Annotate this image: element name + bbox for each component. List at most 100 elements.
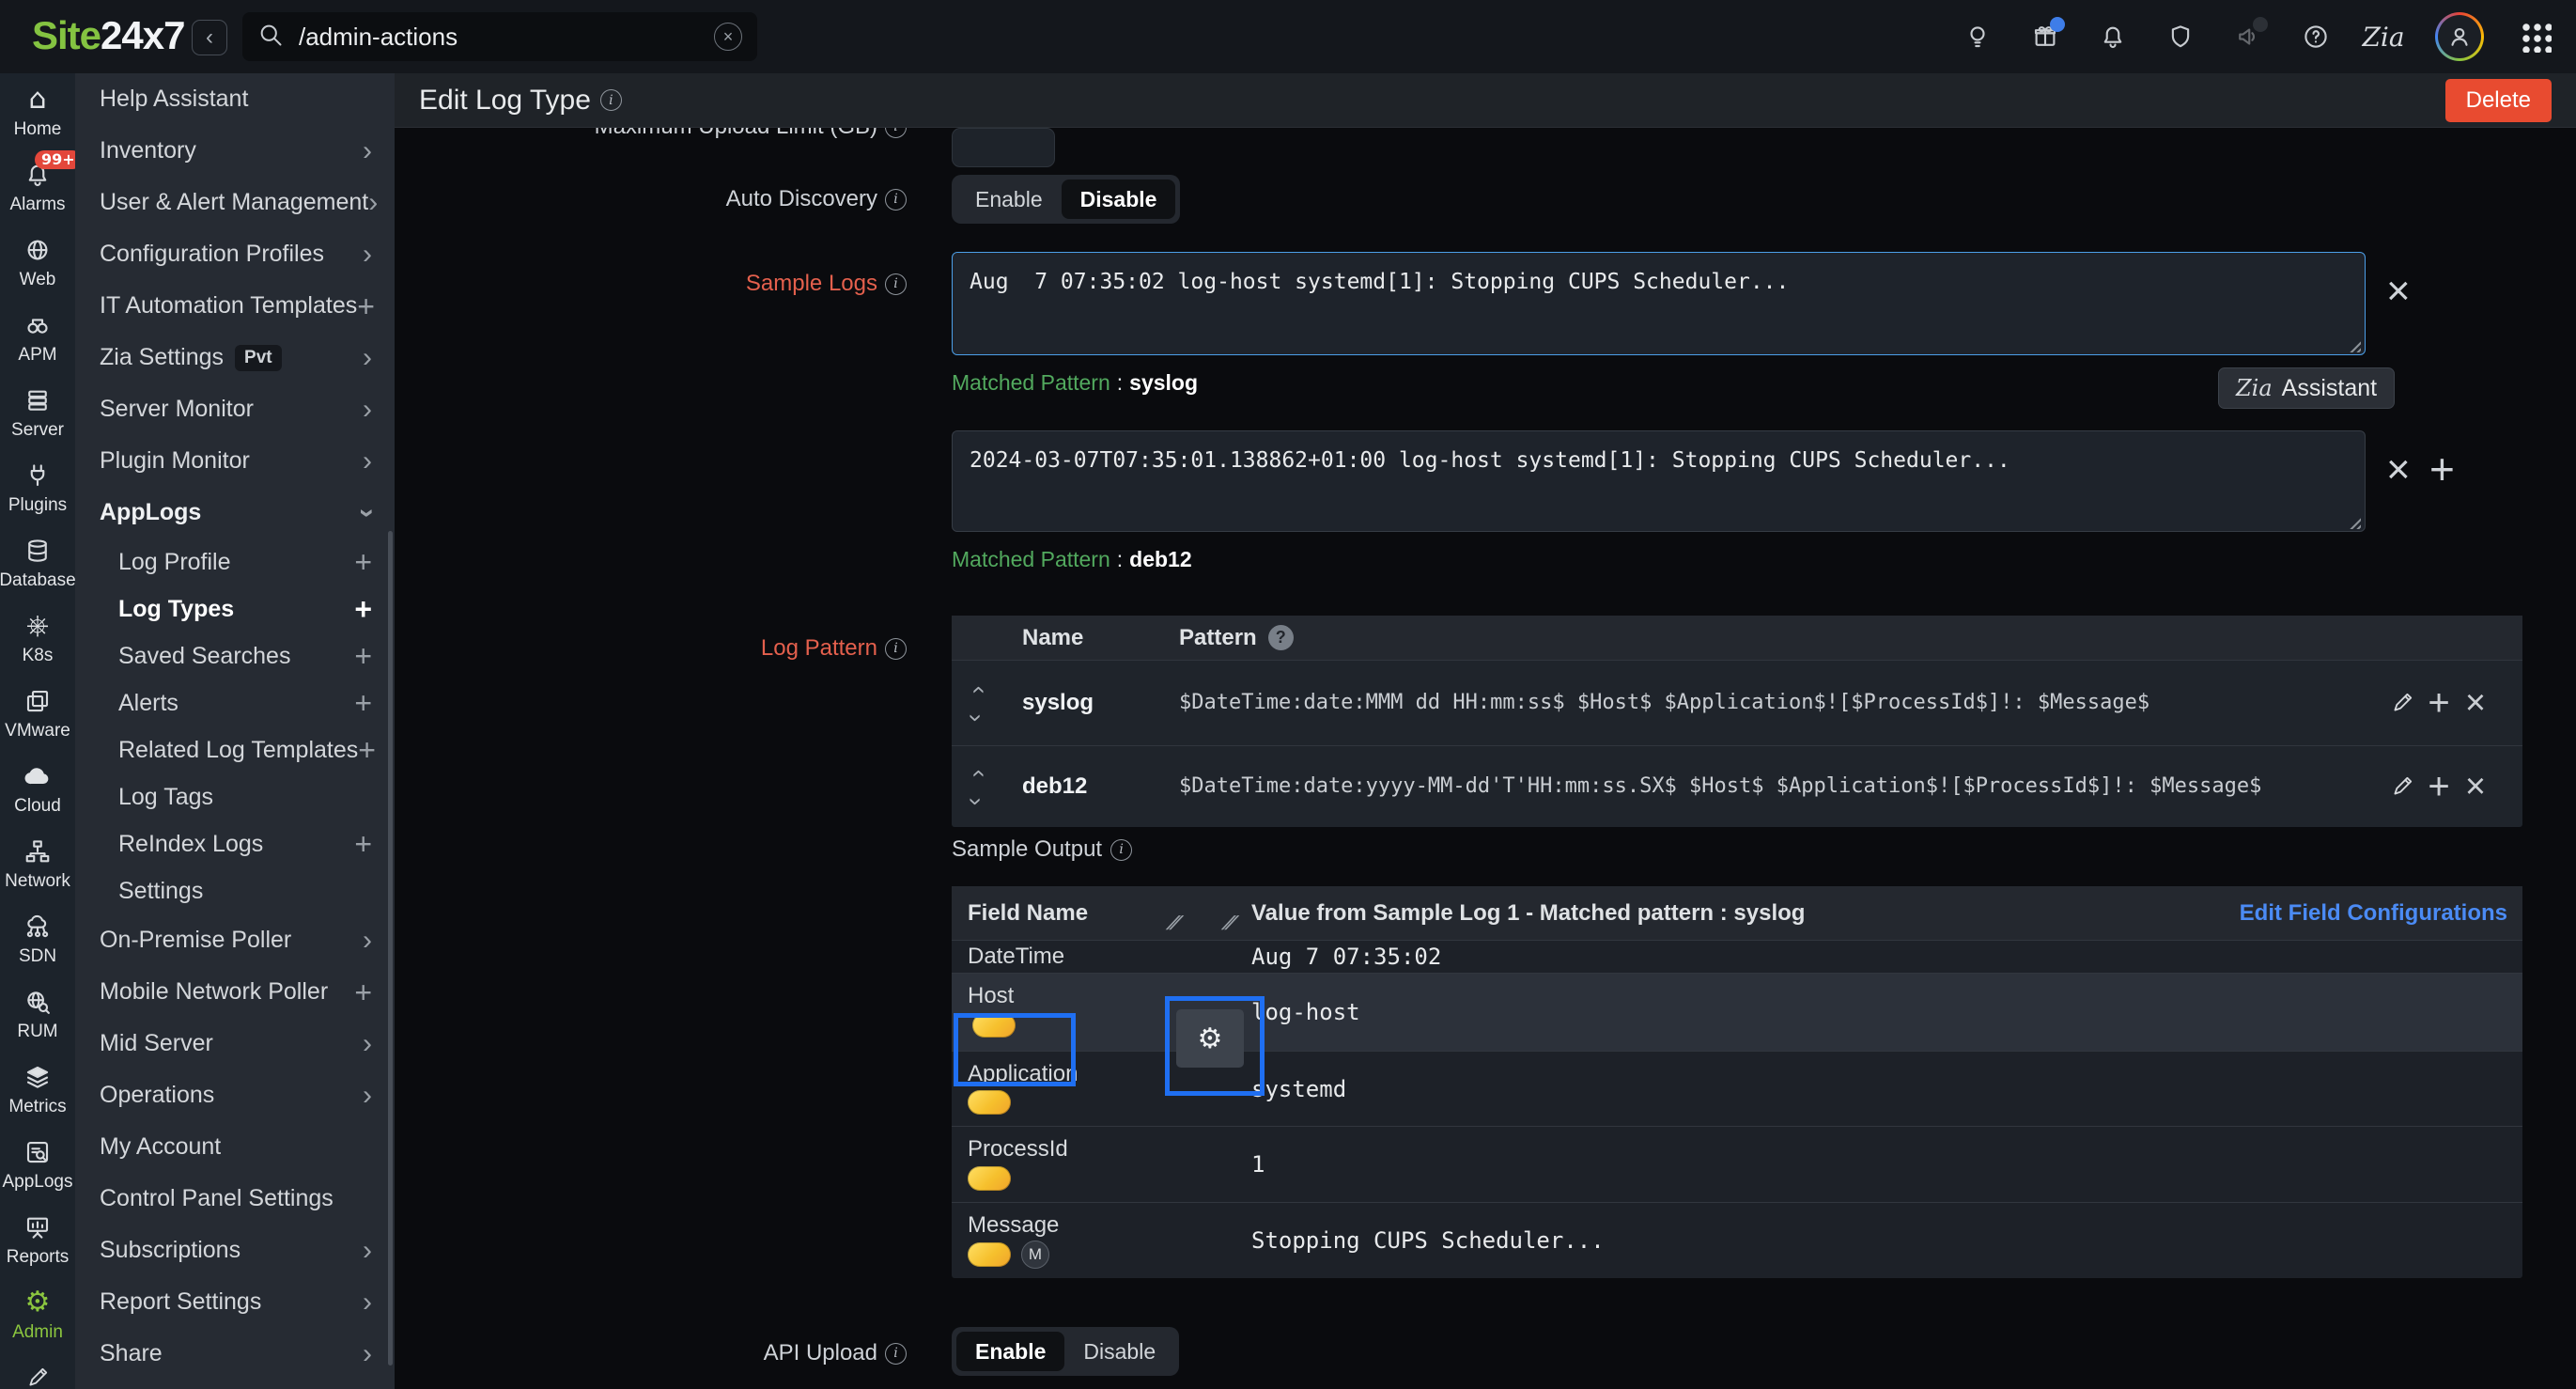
rail-item-database[interactable]: Database bbox=[0, 524, 75, 600]
sidebar-item-saved-searches[interactable]: Saved Searches+ bbox=[75, 632, 395, 679]
sidebar-item-user-alert-management[interactable]: User & Alert Management› bbox=[75, 177, 395, 228]
sidebar-item-server-monitor[interactable]: Server Monitor› bbox=[75, 383, 395, 435]
remove-sample-log-1-icon[interactable]: × bbox=[2386, 271, 2411, 312]
sidebar-item-subscriptions[interactable]: Subscriptions› bbox=[75, 1225, 395, 1276]
sidebar-item-zia-settings[interactable]: Zia SettingsPvt› bbox=[75, 332, 395, 383]
sidebar-item-plugin-monitor[interactable]: Plugin Monitor› bbox=[75, 435, 395, 487]
rail-item-alarms[interactable]: 99+Alarms bbox=[0, 148, 75, 224]
sidebar-item-on-premise-poller[interactable]: On-Premise Poller› bbox=[75, 914, 395, 966]
sidebar-item-settings[interactable]: Settings bbox=[75, 867, 395, 914]
auto-discovery-disable-option[interactable]: Disable bbox=[1062, 179, 1176, 219]
global-search[interactable]: × bbox=[242, 12, 757, 61]
column-resize-grip-icon[interactable]: ⁄⁄ bbox=[1223, 912, 1236, 934]
add-pattern-icon[interactable]: + bbox=[2423, 771, 2455, 803]
gift-icon[interactable] bbox=[2029, 21, 2061, 53]
move-down-icon[interactable]: › bbox=[972, 706, 981, 730]
user-avatar[interactable] bbox=[2435, 12, 2484, 61]
rail-item-web[interactable]: Web bbox=[0, 224, 75, 299]
rail-item-home[interactable]: ⌂Home bbox=[0, 73, 75, 148]
remove-sample-log-2-icon[interactable]: × bbox=[2386, 449, 2411, 491]
delete-pattern-icon[interactable]: × bbox=[2460, 687, 2491, 719]
rail-item-metrics[interactable]: Metrics bbox=[0, 1051, 75, 1126]
sidebar-item-share[interactable]: Share› bbox=[75, 1328, 395, 1380]
message-field-toggle[interactable] bbox=[968, 1242, 1011, 1267]
sidebar-item-it-automation-templates[interactable]: IT Automation Templates+ bbox=[75, 280, 395, 332]
sidebar-scrollbar[interactable] bbox=[388, 531, 393, 1366]
multiline-badge[interactable]: M bbox=[1021, 1241, 1049, 1269]
rail-item-server[interactable]: Server bbox=[0, 374, 75, 449]
column-resize-grip-icon[interactable]: ⁄⁄ bbox=[1168, 912, 1181, 934]
rail-item-apm[interactable]: APM bbox=[0, 299, 75, 374]
notifications-bell-icon[interactable] bbox=[2097, 21, 2129, 53]
edit-pattern-icon[interactable] bbox=[2386, 687, 2418, 719]
sidebar-item-help-assistant[interactable]: Help Assistant bbox=[75, 73, 395, 125]
rail-item-rum[interactable]: RUM bbox=[0, 975, 75, 1051]
api-upload-enable-option[interactable]: Enable bbox=[956, 1332, 1064, 1371]
sidebar-item-inventory[interactable]: Inventory› bbox=[75, 125, 395, 177]
rail-item-network[interactable]: Network bbox=[0, 825, 75, 900]
api-upload-disable-option[interactable]: Disable bbox=[1064, 1332, 1174, 1371]
rail-item-vmware[interactable]: VMware bbox=[0, 675, 75, 750]
page-title: Edit Log Type bbox=[419, 85, 591, 117]
move-up-icon[interactable]: › bbox=[972, 761, 981, 786]
sidebar-item-log-tags[interactable]: Log Tags bbox=[75, 773, 395, 820]
help-icon[interactable] bbox=[2300, 21, 2332, 53]
add-pattern-icon[interactable]: + bbox=[2423, 687, 2455, 719]
sidebar-item-operations[interactable]: Operations› bbox=[75, 1069, 395, 1121]
security-shield-icon[interactable] bbox=[2165, 21, 2196, 53]
rail-item-applogs[interactable]: AppLogs bbox=[0, 1126, 75, 1201]
info-icon[interactable]: i bbox=[885, 638, 907, 660]
idea-bulb-icon[interactable] bbox=[1962, 21, 1994, 53]
rail-item-k8s[interactable]: ⎈K8s bbox=[0, 600, 75, 675]
sidebar-item-related-log-templates[interactable]: Related Log Templates+ bbox=[75, 726, 395, 773]
edit-pattern-icon[interactable] bbox=[2386, 771, 2418, 803]
max-upload-limit-input[interactable] bbox=[952, 128, 1055, 167]
processid-field-toggle[interactable] bbox=[968, 1166, 1011, 1191]
sidebar-item-configuration-profiles[interactable]: Configuration Profiles› bbox=[75, 228, 395, 280]
sidebar-item-log-types[interactable]: Log Types+ bbox=[75, 585, 395, 632]
delete-pattern-icon[interactable]: × bbox=[2460, 771, 2491, 803]
apps-grid-icon[interactable] bbox=[2520, 21, 2552, 53]
rail-item-admin[interactable]: ⚙Admin bbox=[0, 1276, 75, 1351]
sidebar-item-alerts[interactable]: Alerts+ bbox=[75, 679, 395, 726]
search-input[interactable] bbox=[297, 22, 714, 53]
assistant-button[interactable]: ZiaAssistant bbox=[2218, 367, 2395, 409]
info-icon[interactable]: i bbox=[885, 189, 907, 211]
info-icon[interactable]: i bbox=[600, 89, 622, 111]
info-icon[interactable]: i bbox=[1110, 839, 1132, 861]
edit-field-configurations-link[interactable]: Edit Field Configurations bbox=[2240, 900, 2507, 927]
field-name: DateTime bbox=[968, 944, 1064, 970]
field-name: Message bbox=[968, 1212, 1059, 1239]
sidebar-item-my-account[interactable]: My Account bbox=[75, 1121, 395, 1173]
sidebar-item-applogs[interactable]: AppLogs› bbox=[75, 487, 395, 538]
move-down-icon[interactable]: › bbox=[972, 789, 981, 814]
rail-item-edit[interactable]: Edit bbox=[0, 1351, 75, 1389]
sidebar-item-mobile-network-poller[interactable]: Mobile Network Poller+ bbox=[75, 966, 395, 1018]
sidebar-item-reindex-logs[interactable]: ReIndex Logs+ bbox=[75, 820, 395, 867]
rail-item-plugins[interactable]: Plugins bbox=[0, 449, 75, 524]
clear-search-icon[interactable]: × bbox=[714, 23, 742, 51]
sample-log-1-textarea[interactable]: Aug 7 07:35:02 log-host systemd[1]: Stop… bbox=[952, 252, 2366, 355]
site24x7-logo[interactable]: Site24x7 bbox=[32, 13, 184, 58]
info-icon[interactable]: i bbox=[885, 128, 907, 138]
info-icon[interactable]: i bbox=[885, 1343, 907, 1365]
auto-discovery-enable-option[interactable]: Enable bbox=[956, 179, 1062, 219]
info-icon[interactable]: i bbox=[885, 273, 907, 295]
delete-button[interactable]: Delete bbox=[2445, 79, 2552, 122]
sample-log-2-textarea[interactable]: 2024-03-07T07:35:01.138862+01:00 log-hos… bbox=[952, 430, 2366, 532]
rail-item-sdn[interactable]: SDN bbox=[0, 900, 75, 975]
pattern-help-icon[interactable]: ? bbox=[1268, 625, 1294, 650]
sidebar-item-control-panel-settings[interactable]: Control Panel Settings bbox=[75, 1173, 395, 1225]
application-field-toggle[interactable] bbox=[968, 1090, 1011, 1115]
zia-assistant-icon[interactable]: Zia bbox=[2367, 21, 2399, 53]
sidebar-item-mid-server[interactable]: Mid Server› bbox=[75, 1018, 395, 1069]
move-up-icon[interactable]: › bbox=[972, 678, 981, 702]
add-sample-log-icon[interactable]: + bbox=[2429, 447, 2455, 491]
cloud-network-icon bbox=[23, 910, 52, 944]
announcements-megaphone-icon[interactable] bbox=[2232, 21, 2264, 53]
sidebar-item-log-profile[interactable]: Log Profile+ bbox=[75, 538, 395, 585]
sidebar-item-report-settings[interactable]: Report Settings› bbox=[75, 1276, 395, 1328]
rail-item-cloud[interactable]: Cloud bbox=[0, 750, 75, 825]
rail-item-reports[interactable]: Reports bbox=[0, 1201, 75, 1276]
collapse-panel-button[interactable]: ‹ bbox=[192, 20, 227, 55]
